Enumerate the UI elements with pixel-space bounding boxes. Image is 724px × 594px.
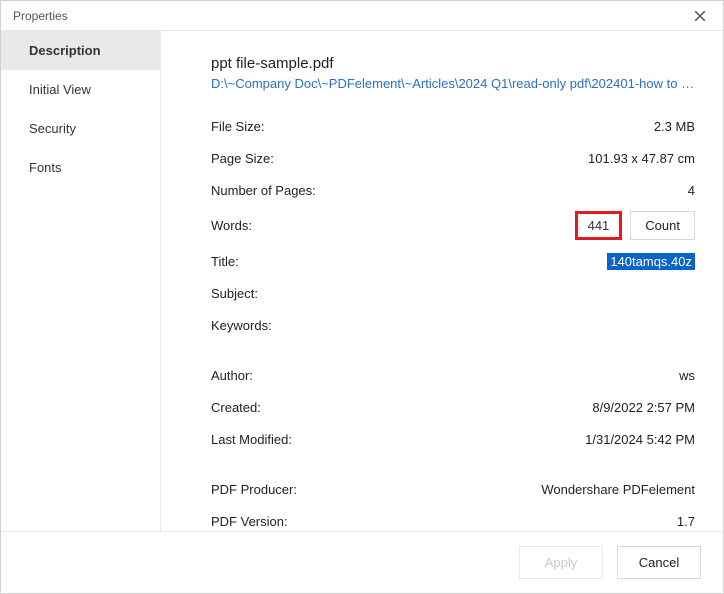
- row-version: PDF Version: 1.7: [211, 510, 695, 531]
- label-version: PDF Version:: [211, 514, 288, 529]
- row-subject: Subject:: [211, 282, 695, 304]
- close-button[interactable]: [685, 2, 715, 30]
- label-created: Created:: [211, 400, 261, 415]
- value-words: 441: [575, 211, 623, 240]
- cancel-button[interactable]: Cancel: [617, 546, 701, 579]
- sidebar-item-label: Fonts: [29, 160, 62, 175]
- value-file-size: 2.3 MB: [654, 119, 695, 134]
- value-created: 8/9/2022 2:57 PM: [592, 400, 695, 415]
- label-title: Title:: [211, 254, 239, 269]
- row-num-pages: Number of Pages: 4: [211, 179, 695, 201]
- label-page-size: Page Size:: [211, 151, 274, 166]
- value-author[interactable]: ws: [679, 368, 695, 383]
- sidebar-item-label: Description: [29, 43, 101, 58]
- label-num-pages: Number of Pages:: [211, 183, 316, 198]
- value-page-size: 101.93 x 47.87 cm: [588, 151, 695, 166]
- sidebar-item-security[interactable]: Security: [1, 109, 160, 148]
- titlebar: Properties: [1, 1, 723, 31]
- label-subject: Subject:: [211, 286, 258, 301]
- document-name: ppt file-sample.pdf: [211, 55, 695, 72]
- row-author: Author: ws: [211, 364, 695, 386]
- sidebar-item-description[interactable]: Description: [1, 31, 160, 70]
- footer: Apply Cancel: [1, 531, 723, 593]
- apply-button: Apply: [519, 546, 603, 579]
- content-panel: ppt file-sample.pdf D:\~Company Doc\~PDF…: [161, 31, 723, 531]
- label-author: Author:: [211, 368, 253, 383]
- window-title: Properties: [13, 9, 68, 23]
- label-file-size: File Size:: [211, 119, 264, 134]
- main-area: Description Initial View Security Fonts …: [1, 31, 723, 531]
- row-file-size: File Size: 2.3 MB: [211, 115, 695, 137]
- row-keywords: Keywords:: [211, 314, 695, 336]
- row-title: Title: 140tamqs.40z: [211, 250, 695, 272]
- sidebar-item-label: Security: [29, 121, 76, 136]
- sidebar-item-initial-view[interactable]: Initial View: [1, 70, 160, 109]
- sidebar: Description Initial View Security Fonts: [1, 31, 161, 531]
- row-page-size: Page Size: 101.93 x 47.87 cm: [211, 147, 695, 169]
- value-producer: Wondershare PDFelement: [541, 482, 695, 497]
- sidebar-item-fonts[interactable]: Fonts: [1, 148, 160, 187]
- sidebar-item-label: Initial View: [29, 82, 91, 97]
- count-button[interactable]: Count: [630, 211, 695, 240]
- value-version: 1.7: [677, 514, 695, 529]
- document-path[interactable]: D:\~Company Doc\~PDFelement\~Articles\20…: [211, 76, 695, 91]
- row-producer: PDF Producer: Wondershare PDFelement: [211, 478, 695, 500]
- label-keywords: Keywords:: [211, 318, 272, 333]
- value-num-pages: 4: [688, 183, 695, 198]
- row-modified: Last Modified: 1/31/2024 5:42 PM: [211, 428, 695, 450]
- value-title[interactable]: 140tamqs.40z: [607, 253, 695, 270]
- label-modified: Last Modified:: [211, 432, 292, 447]
- words-value-wrap: 441 Count: [575, 211, 695, 240]
- row-words: Words: 441 Count: [211, 211, 695, 240]
- value-modified: 1/31/2024 5:42 PM: [585, 432, 695, 447]
- label-producer: PDF Producer:: [211, 482, 297, 497]
- row-created: Created: 8/9/2022 2:57 PM: [211, 396, 695, 418]
- label-words: Words:: [211, 218, 252, 233]
- close-icon: [695, 11, 705, 21]
